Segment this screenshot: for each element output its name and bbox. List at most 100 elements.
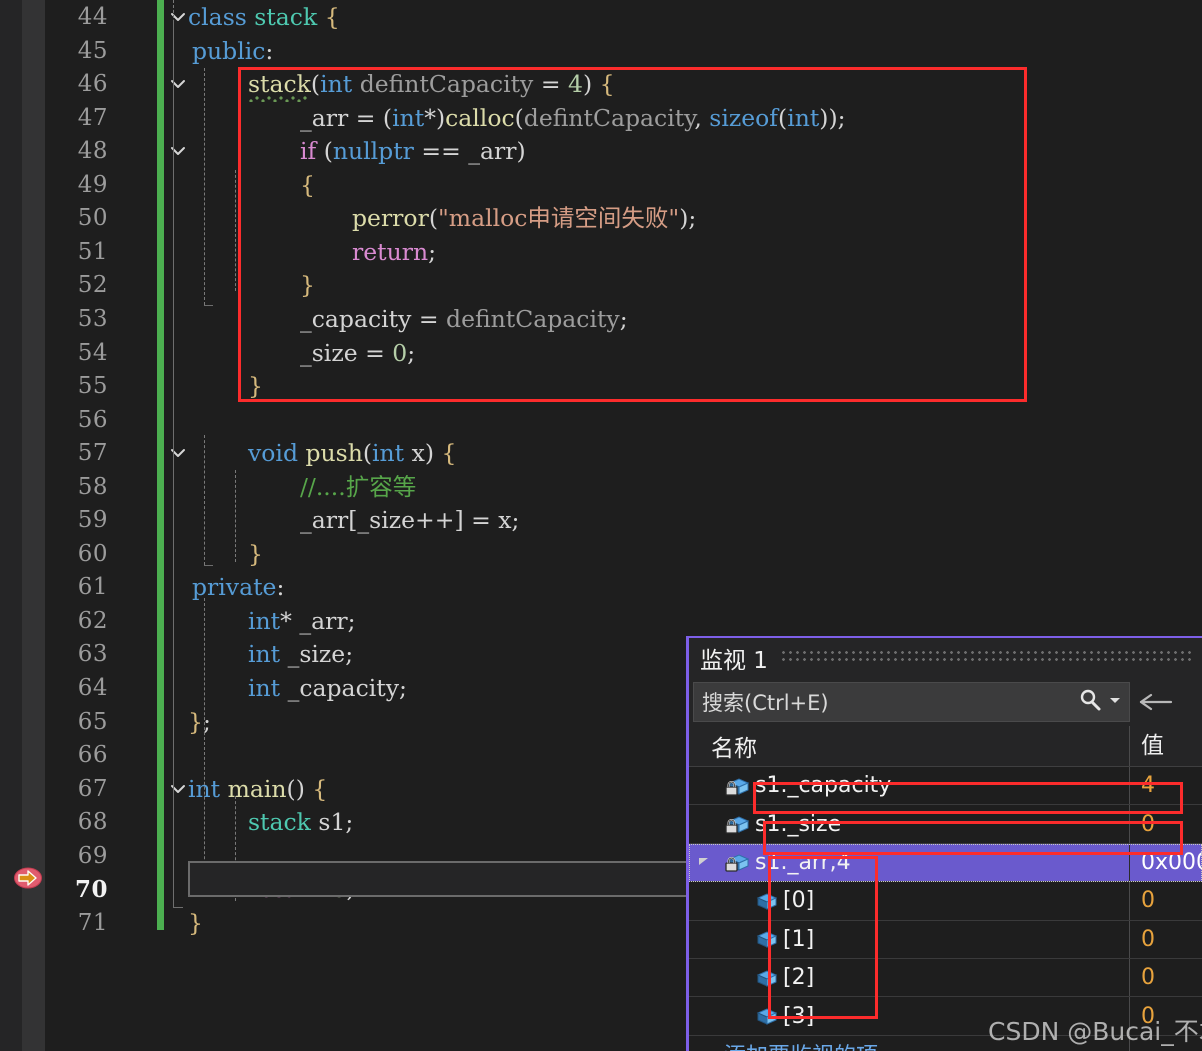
line-number: 44: [77, 4, 108, 30]
code-line[interactable]: 60}: [0, 538, 1202, 572]
line-number: 59: [77, 507, 108, 534]
code-text: public:: [192, 36, 274, 65]
watch-row-name: s1._arr,4: [755, 849, 851, 875]
watch-row[interactable]: [3] 0: [689, 997, 1202, 1036]
indent-guide-4: [204, 598, 205, 894]
search-input[interactable]: 搜索(Ctrl+E): [693, 682, 1130, 722]
watch-row-value[interactable]: 0: [1129, 997, 1202, 1035]
current-statement-line-highlight: [188, 861, 700, 897]
code-text: void push(int x) {: [248, 439, 457, 468]
watch-row-value[interactable]: 0: [1129, 920, 1202, 958]
code-text: class stack {: [188, 3, 340, 31]
column-header-name[interactable]: 名称: [689, 729, 1129, 763]
code-line[interactable]: 56: [0, 404, 1202, 438]
watch-rows: s1._capacity 4 s1._size 0 s1._arr,4 0x000: [689, 767, 1202, 1036]
fold-chevron-down-icon[interactable]: [168, 1, 188, 35]
code-text: if (nullptr == _arr): [300, 137, 526, 166]
code-text: stack s1;: [248, 808, 354, 837]
code-text: }: [300, 271, 315, 300]
watch-add-row[interactable]: 添加要监视的项: [689, 1035, 1202, 1051]
column-header-value[interactable]: 值: [1129, 726, 1202, 766]
watch-window-title: 监视 1: [700, 648, 768, 674]
code-text: int _size;: [248, 640, 354, 669]
watch-title-bar[interactable]: 监视 1: [689, 638, 1202, 678]
code-line[interactable]: 62 int* _arr;: [0, 605, 1202, 639]
code-line[interactable]: 49 {: [0, 169, 1202, 203]
line-number: 45: [77, 37, 108, 64]
watch-search-row[interactable]: 搜索(Ctrl+E): [689, 678, 1202, 726]
code-line[interactable]: 53 _capacity = defintCapacity;: [0, 303, 1202, 337]
watch-row[interactable]: s1._size 0: [689, 805, 1202, 844]
watch-row[interactable]: s1._arr,4 0x000: [689, 843, 1202, 883]
line-number: 56: [77, 406, 108, 433]
code-line[interactable]: 45 public:: [0, 35, 1202, 69]
watch-row-value[interactable]: 0: [1129, 958, 1202, 997]
code-line[interactable]: 57 void push(int x) {: [0, 437, 1202, 471]
watch-row-value[interactable]: 0x000: [1129, 843, 1202, 882]
line-number: 64: [77, 675, 108, 701]
code-line[interactable]: 51 return;: [0, 236, 1202, 270]
watch-table[interactable]: 名称 值 s1._capacity 4 s1._size 0 s1._arr,4…: [689, 726, 1202, 1051]
code-line[interactable]: 58 //....扩容等: [0, 471, 1202, 505]
code-line[interactable]: 61 private:: [0, 571, 1202, 605]
line-number: 70: [74, 876, 108, 904]
expander-triangle-icon[interactable]: [689, 854, 719, 871]
code-line[interactable]: 48 if (nullptr == _arr): [0, 135, 1202, 169]
watch-row-name: s1._capacity: [755, 773, 892, 799]
code-text: perror("malloc申请空间失败");: [352, 204, 697, 233]
panel-drag-handle[interactable]: [781, 651, 1192, 665]
line-number: 55: [77, 373, 108, 400]
watch-row-name: s1._size: [755, 811, 842, 837]
code-text: }: [248, 372, 263, 401]
line-number: 46: [77, 71, 108, 98]
code-text: _capacity = defintCapacity;: [300, 304, 628, 333]
magnifier-icon[interactable]: [1077, 687, 1103, 717]
code-line[interactable]: 46 stack(int defintCapacity = 4) {: [0, 68, 1202, 102]
code-text: {: [300, 170, 315, 199]
watch-row[interactable]: [2] 0: [689, 958, 1202, 998]
line-number: 68: [77, 809, 108, 836]
left-arrow-icon[interactable]: [1130, 689, 1182, 715]
code-line[interactable]: 54 _size = 0;: [0, 337, 1202, 371]
line-number: 60: [77, 540, 108, 567]
fold-chevron-down-icon[interactable]: [168, 437, 188, 471]
code-line[interactable]: 59 _arr[_size++] = x;: [0, 504, 1202, 538]
code-text: _arr[_size++] = x;: [300, 506, 520, 535]
fold-chevron-down-icon[interactable]: [168, 773, 188, 807]
scope-guide-class-end: [173, 907, 183, 908]
code-line[interactable]: 55}: [0, 370, 1202, 404]
line-number: 63: [77, 641, 108, 668]
watch-row-value[interactable]: 0: [1129, 882, 1202, 920]
watch-row[interactable]: [0] 0: [689, 882, 1202, 921]
code-line[interactable]: 44 class stack {: [0, 1, 1202, 35]
line-number: 67: [77, 775, 108, 802]
line-number: 71: [77, 909, 108, 936]
code-text: private:: [192, 573, 285, 602]
watch-window[interactable]: 监视 1 搜索(Ctrl+E) 名称 值 s1._capacity 4 s1._…: [686, 636, 1202, 1051]
fold-chevron-down-icon[interactable]: [168, 135, 188, 169]
code-line[interactable]: 47 _arr = (int*)calloc(defintCapacity, si…: [0, 102, 1202, 136]
indent-guide-2: [204, 68, 205, 305]
line-number: 51: [77, 238, 108, 265]
code-text: _size = 0;: [300, 338, 416, 367]
field-icon: [752, 966, 778, 990]
watch-row[interactable]: [1] 0: [689, 920, 1202, 959]
chevron-down-icon[interactable]: [1107, 692, 1123, 712]
code-line[interactable]: 52}: [0, 269, 1202, 303]
line-number: 48: [77, 138, 108, 165]
line-number: 47: [77, 104, 108, 131]
watch-row[interactable]: s1._capacity 4: [689, 767, 1202, 806]
code-text: _arr = (int*)calloc(defintCapacity, size…: [300, 103, 846, 132]
field-icon: [752, 927, 778, 951]
locked-field-icon: [724, 812, 750, 836]
code-line[interactable]: 50 perror("malloc申请空间失败");: [0, 202, 1202, 236]
fold-chevron-down-icon[interactable]: [168, 68, 188, 102]
watch-row-name: [2]: [783, 965, 815, 991]
line-number: 57: [77, 440, 108, 467]
code-text: return;: [352, 237, 437, 266]
watch-row-value[interactable]: 4: [1129, 767, 1202, 805]
watch-row-value[interactable]: 0: [1129, 805, 1202, 843]
scope-guide-class: [173, 20, 174, 907]
code-text: int _capacity;: [248, 674, 407, 702]
watch-row-name: [3]: [783, 1003, 815, 1029]
